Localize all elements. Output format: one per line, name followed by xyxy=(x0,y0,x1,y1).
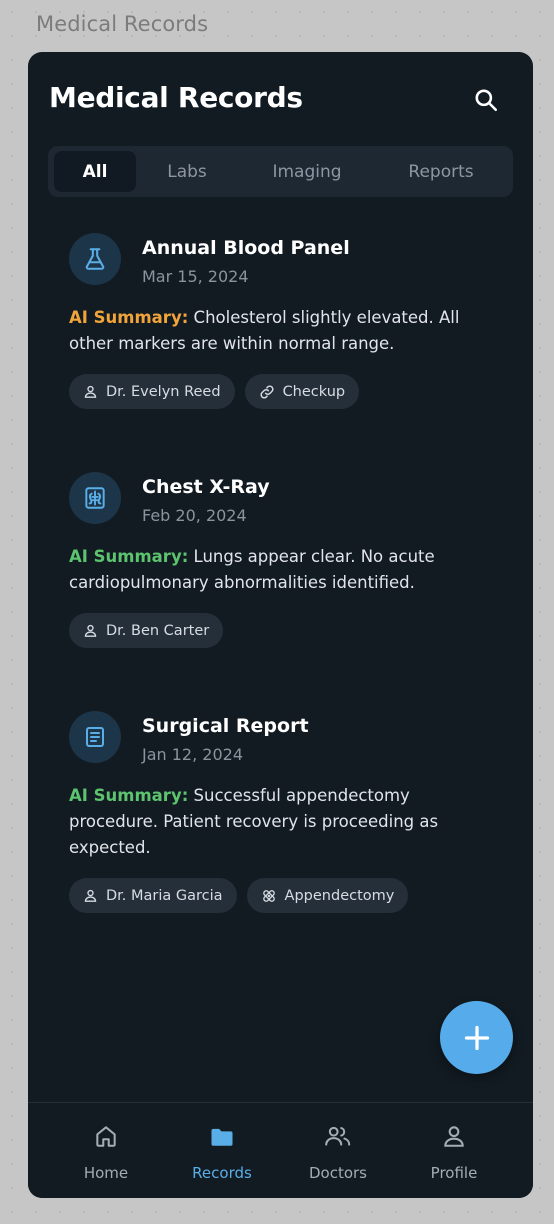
record-icon-badge xyxy=(69,472,121,524)
record-date: Jan 12, 2024 xyxy=(142,745,243,764)
people-icon xyxy=(325,1126,351,1146)
record-title: Chest X-Ray xyxy=(142,476,270,498)
record-icon-badge xyxy=(69,711,121,763)
doctor-chip[interactable]: Dr. Maria Garcia xyxy=(69,878,237,913)
flask-icon xyxy=(85,248,105,270)
doctor-chip-label: Dr. Evelyn Reed xyxy=(106,383,221,400)
doctor-chip[interactable]: Dr. Ben Carter xyxy=(69,613,224,648)
tab-imaging[interactable]: Imaging xyxy=(248,151,366,192)
ai-summary: AI Summary: Cholesterol slightly elevate… xyxy=(69,305,489,357)
link-icon xyxy=(260,384,274,399)
doctor-chip[interactable]: Dr. Evelyn Reed xyxy=(69,374,235,409)
ai-summary-label: AI Summary: xyxy=(69,786,189,805)
folder-icon xyxy=(211,1128,233,1146)
nav-doctors-label: Doctors xyxy=(308,1164,367,1182)
search-icon xyxy=(475,89,498,112)
page-title: Medical Records xyxy=(49,81,303,114)
plus-icon xyxy=(464,1025,489,1050)
nav-home-label: Home xyxy=(83,1164,129,1182)
nav-records-label: Records xyxy=(192,1164,252,1182)
person-icon xyxy=(84,385,97,398)
doctor-chip-label: Dr. Ben Carter xyxy=(106,622,210,639)
record-card[interactable]: Surgical Report Jan 12, 2024 AI Summary:… xyxy=(49,711,489,916)
nav-home[interactable]: Home xyxy=(48,1103,164,1198)
record-date: Feb 20, 2024 xyxy=(142,506,247,525)
nav-records[interactable]: Records xyxy=(164,1103,280,1198)
tab-labs[interactable]: Labs xyxy=(146,151,228,192)
ai-summary-label: AI Summary: xyxy=(69,308,189,327)
person-icon xyxy=(84,889,97,902)
tab-reports[interactable]: Reports xyxy=(384,151,498,192)
person-icon xyxy=(84,624,97,637)
bottom-navigation: Home Records Doctors Profile xyxy=(28,1102,533,1198)
record-card[interactable]: Chest X-Ray Feb 20, 2024 AI Summary: Lun… xyxy=(49,472,489,652)
record-icon-badge xyxy=(69,233,121,285)
record-tags: Dr. Evelyn Reed Checkup xyxy=(69,374,360,409)
xray-icon xyxy=(85,487,105,509)
person-icon xyxy=(444,1126,464,1147)
procedure-chip[interactable]: Appendectomy xyxy=(246,878,409,913)
procedure-chip-label: Appendectomy xyxy=(284,887,395,904)
frame-label: Medical Records xyxy=(36,12,209,36)
nav-profile-label: Profile xyxy=(430,1164,478,1182)
search-button[interactable] xyxy=(468,82,504,118)
ai-summary: AI Summary: Lungs appear clear. No acute… xyxy=(69,544,489,596)
nav-doctors[interactable]: Doctors xyxy=(280,1103,396,1198)
ai-summary: AI Summary: Successful appendectomy proc… xyxy=(69,783,489,861)
doctor-chip-label: Dr. Maria Garcia xyxy=(106,887,223,904)
app-header: Medical Records xyxy=(28,52,533,148)
phone-screen: Medical Records All Labs Imaging Reports… xyxy=(28,52,533,1198)
record-title: Annual Blood Panel xyxy=(142,237,350,259)
category-chip[interactable]: Checkup xyxy=(244,374,360,409)
record-tags: Dr. Ben Carter xyxy=(69,613,224,648)
record-tags: Dr. Maria Garcia Appendectomy xyxy=(69,878,409,913)
home-icon xyxy=(96,1126,116,1147)
record-title: Surgical Report xyxy=(142,715,309,737)
bandage-icon xyxy=(262,889,275,902)
nav-profile[interactable]: Profile xyxy=(396,1103,512,1198)
document-icon xyxy=(86,727,104,747)
category-chip-label: Checkup xyxy=(282,383,346,400)
add-record-button[interactable] xyxy=(440,1001,513,1074)
record-card[interactable]: Annual Blood Panel Mar 15, 2024 AI Summa… xyxy=(49,233,489,413)
ai-summary-label: AI Summary: xyxy=(69,547,189,566)
record-date: Mar 15, 2024 xyxy=(142,267,249,286)
tab-all[interactable]: All xyxy=(54,151,136,192)
filter-tabs: All Labs Imaging Reports xyxy=(48,146,513,197)
